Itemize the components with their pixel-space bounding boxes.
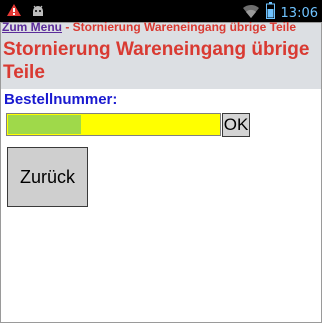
back-button[interactable]: Zurück — [7, 147, 88, 207]
page-title: Stornierung Wareneingang übrige Teile — [3, 39, 310, 83]
breadcrumb: Zum Menu - Stornierung Wareneingang übri… — [2, 19, 296, 35]
breadcrumb-current: Stornierung Wareneingang übrige Teile — [72, 20, 297, 34]
breadcrumb-separator: - — [62, 20, 73, 34]
app-content: Zum Menu - Stornierung Wareneingang übri… — [0, 20, 322, 323]
order-number-input[interactable] — [6, 113, 221, 136]
ok-button[interactable]: OK — [222, 113, 250, 137]
order-number-label: Bestellnummer: — [4, 91, 118, 108]
menu-link[interactable]: Zum Menu — [2, 20, 62, 34]
page-header: Zum Menu - Stornierung Wareneingang übri… — [1, 20, 321, 89]
